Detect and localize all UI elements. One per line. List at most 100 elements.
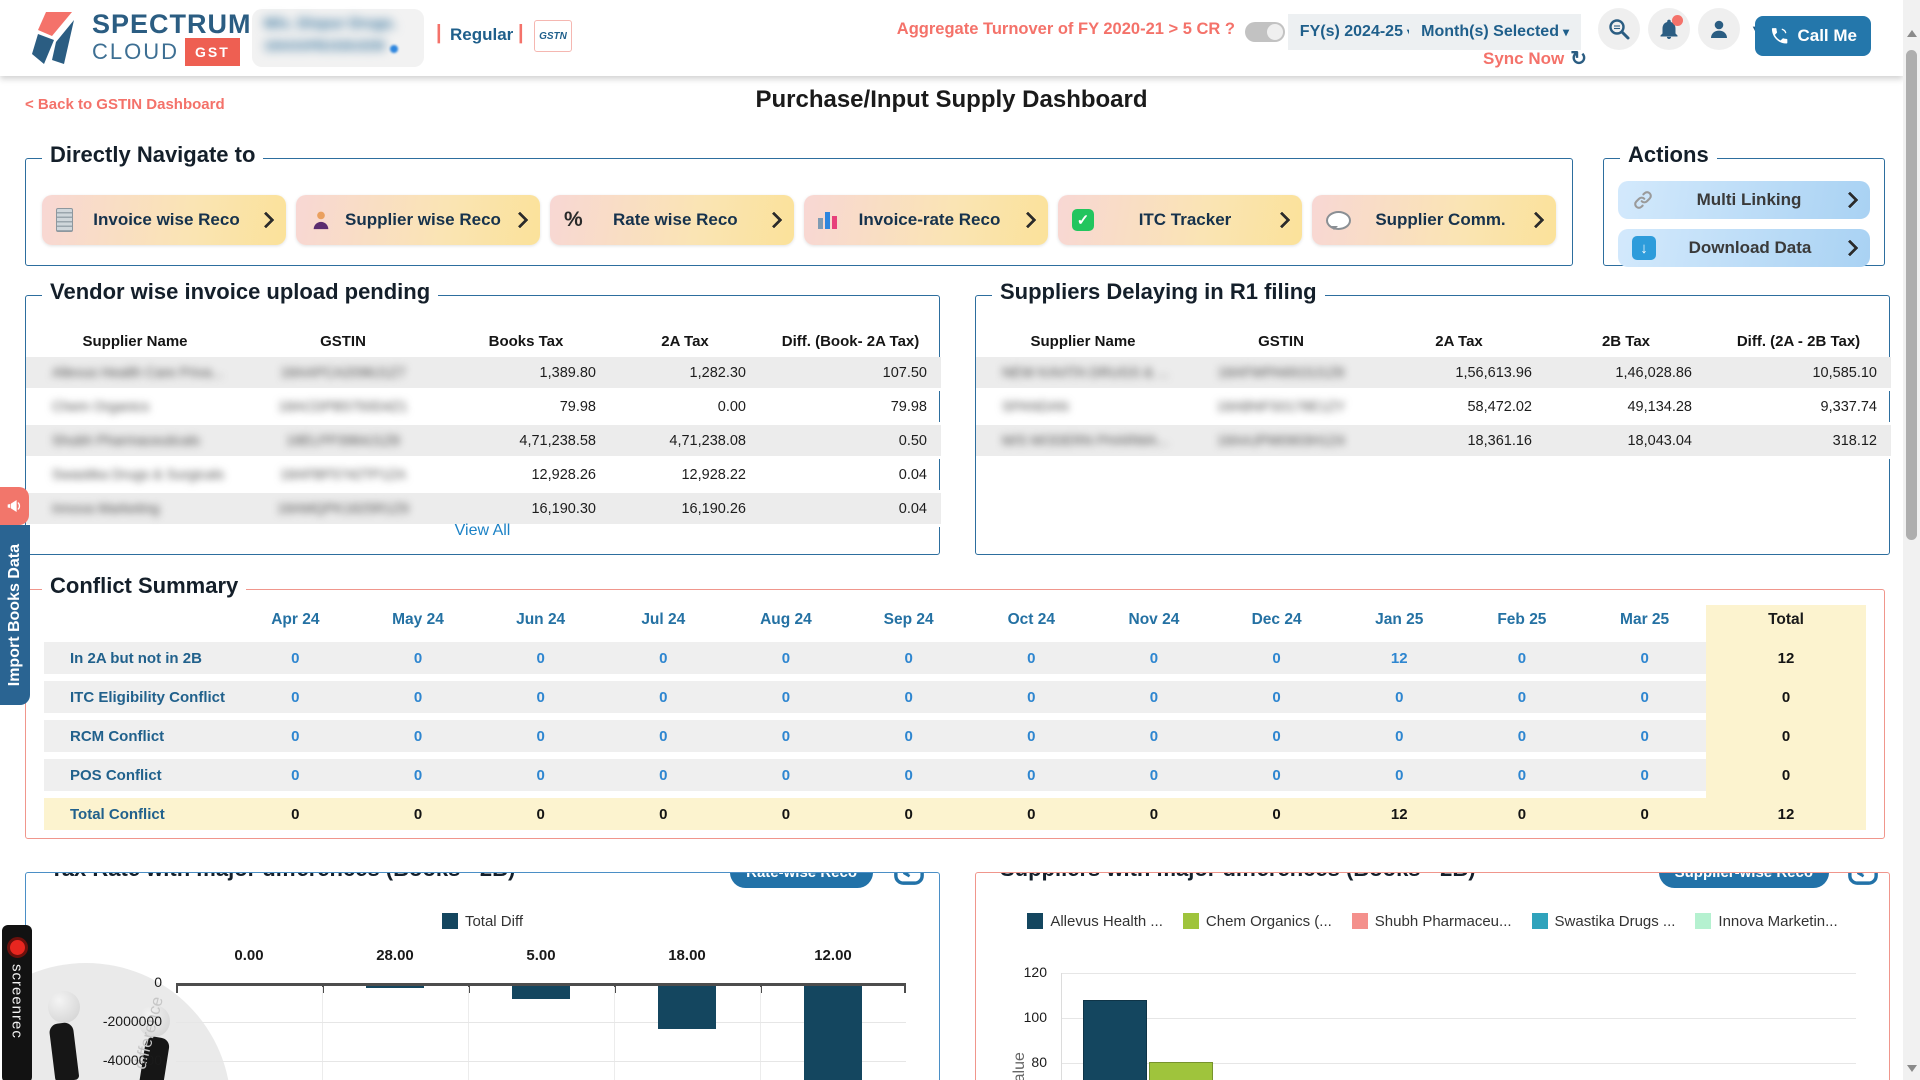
conflict-value[interactable]: 0 [357, 642, 480, 674]
conflict-value[interactable]: 0 [847, 642, 970, 674]
conflict-value[interactable]: 0 [1215, 720, 1338, 752]
scroll-up-arrow-icon[interactable] [1907, 30, 1917, 37]
conflict-value[interactable]: 0 [357, 681, 480, 713]
supplier-nav-button[interactable]: Supplier wise Reco [296, 195, 540, 245]
diff-value: 0.50 [760, 424, 941, 458]
refresh-icon: ↻ [1570, 46, 1587, 71]
announcements-tab[interactable] [0, 487, 29, 525]
bar-12.00[interactable] [804, 986, 862, 1080]
sync-now-button[interactable]: Sync Now↻ [1483, 46, 1587, 71]
conflict-value[interactable]: 0 [1583, 798, 1706, 830]
conflict-value[interactable]: 0 [602, 759, 725, 791]
chat-nav-button[interactable]: Supplier Comm. [1312, 195, 1556, 245]
conflict-value[interactable]: 0 [1338, 681, 1461, 713]
tax-2a: 4,71,238.08 [610, 424, 760, 458]
conflict-value[interactable]: 0 [1461, 720, 1584, 752]
conflict-value[interactable]: 0 [1093, 720, 1216, 752]
bar-5.00[interactable] [512, 986, 570, 999]
conflict-value[interactable]: 0 [725, 798, 848, 830]
conflict-value[interactable]: 0 [602, 642, 725, 674]
conflict-value[interactable]: 0 [357, 798, 480, 830]
export-chart-button[interactable] [1847, 872, 1879, 886]
conflict-value[interactable]: 0 [1093, 798, 1216, 830]
invoice-nav-button[interactable]: Invoice wise Reco [42, 195, 286, 245]
conflict-value[interactable]: 0 [1461, 759, 1584, 791]
brand-line2: CLOUD [92, 40, 179, 64]
multi-linking-button[interactable]: Multi Linking [1618, 181, 1870, 219]
conflict-value[interactable]: 0 [725, 642, 848, 674]
conflict-value[interactable]: 0 [479, 798, 602, 830]
conflict-value[interactable]: 0 [1215, 759, 1338, 791]
conflict-value[interactable]: 0 [970, 798, 1093, 830]
conflict-value[interactable]: 0 [1583, 759, 1706, 791]
conflict-value[interactable]: 0 [970, 681, 1093, 713]
bar-28.00[interactable] [366, 986, 424, 988]
conflict-value[interactable]: 0 [1338, 759, 1461, 791]
conflict-value[interactable]: 0 [479, 759, 602, 791]
conflict-value[interactable]: 0 [1338, 720, 1461, 752]
conflict-value[interactable]: 0 [847, 759, 970, 791]
conflict-value[interactable]: 0 [1461, 681, 1584, 713]
x-tick-label: 28.00 [322, 947, 468, 964]
conflict-value[interactable]: 0 [234, 642, 357, 674]
conflict-value[interactable]: 0 [725, 681, 848, 713]
rate-wise-reco-button[interactable]: Rate-wise Reco [730, 872, 873, 888]
download-data-button[interactable]: ↓Download Data [1618, 229, 1870, 267]
conflict-value[interactable]: 0 [479, 642, 602, 674]
back-to-gstin-dashboard-link[interactable]: < Back to GSTIN Dashboard [25, 96, 225, 113]
conflict-value[interactable]: 0 [1461, 642, 1584, 674]
conflict-value[interactable]: 0 [847, 681, 970, 713]
conflict-value[interactable]: 0 [1215, 681, 1338, 713]
conflict-value[interactable]: 0 [1093, 759, 1216, 791]
conflict-value[interactable]: 12 [1338, 642, 1461, 674]
export-chart-button[interactable] [893, 872, 925, 886]
conflict-value[interactable]: 0 [970, 759, 1093, 791]
conflict-value[interactable]: 0 [357, 759, 480, 791]
conflict-value[interactable]: 0 [602, 798, 725, 830]
conflict-value[interactable]: 0 [1583, 720, 1706, 752]
user-menu-button[interactable] [1698, 8, 1740, 50]
bar-18.00[interactable] [658, 986, 716, 1029]
search-gstin-button[interactable] [1598, 8, 1640, 50]
view-all-link[interactable]: View All [26, 522, 939, 540]
chevron-right-icon [258, 212, 275, 229]
bar-chart-nav-button[interactable]: Invoice-rate Reco [804, 195, 1048, 245]
notifications-button[interactable] [1648, 8, 1690, 50]
conflict-value[interactable]: 0 [970, 720, 1093, 752]
scroll-down-arrow-icon[interactable] [1907, 1065, 1917, 1072]
conflict-value[interactable]: 0 [234, 681, 357, 713]
supplier-wise-reco-button[interactable]: Supplier-wise Reco [1659, 872, 1829, 888]
import-books-data-tab[interactable]: Import Books Data [0, 525, 30, 705]
conflict-value[interactable]: 0 [234, 759, 357, 791]
conflict-value[interactable]: 0 [357, 720, 480, 752]
conflict-value[interactable]: 0 [725, 759, 848, 791]
conflict-value[interactable]: 0 [1215, 642, 1338, 674]
conflict-value[interactable]: 0 [1093, 642, 1216, 674]
conflict-value[interactable]: 0 [1215, 798, 1338, 830]
conflict-value[interactable]: 0 [1461, 798, 1584, 830]
check-nav-button[interactable]: ✓ITC Tracker [1058, 195, 1302, 245]
conflict-value[interactable]: 0 [602, 720, 725, 752]
conflict-value[interactable]: 0 [1583, 642, 1706, 674]
months-select[interactable]: Month(s) Selected▾ [1409, 14, 1581, 50]
scrollbar-thumb[interactable] [1906, 50, 1917, 540]
conflict-value[interactable]: 0 [234, 720, 357, 752]
conflict-value[interactable]: 0 [479, 720, 602, 752]
fy-select[interactable]: FY(s) 2024-25▾ [1288, 14, 1425, 50]
conflict-value[interactable]: 12 [1338, 798, 1461, 830]
bar-supplier[interactable] [1083, 1000, 1147, 1080]
vertical-scrollbar[interactable] [1903, 0, 1920, 1080]
conflict-value[interactable]: 0 [1583, 681, 1706, 713]
conflict-value[interactable]: 0 [725, 720, 848, 752]
percent-nav-button[interactable]: %Rate wise Reco [550, 195, 794, 245]
conflict-value[interactable]: 0 [1093, 681, 1216, 713]
conflict-value[interactable]: 0 [234, 798, 357, 830]
conflict-value[interactable]: 0 [602, 681, 725, 713]
bar-supplier[interactable] [1149, 1062, 1213, 1080]
conflict-value[interactable]: 0 [479, 681, 602, 713]
conflict-value[interactable]: 0 [970, 642, 1093, 674]
conflict-value[interactable]: 0 [847, 798, 970, 830]
call-me-button[interactable]: Call Me [1755, 16, 1871, 56]
conflict-value[interactable]: 0 [847, 720, 970, 752]
turnover-toggle[interactable] [1245, 22, 1285, 42]
